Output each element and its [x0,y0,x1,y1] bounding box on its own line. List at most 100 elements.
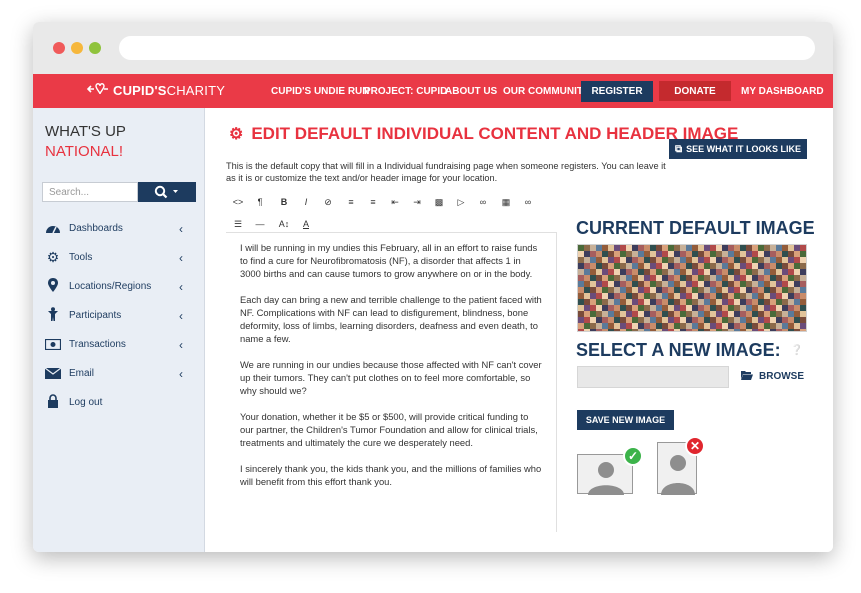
paragraph-icon[interactable]: ¶ [252,196,268,208]
search-button[interactable] [138,182,196,202]
sidebar: WHAT'S UP NATIONAL! Dashboards ‹ ⚙ Tools… [33,108,205,552]
close-icon: ✕ [685,436,705,456]
select-image-title-text: SELECT A NEW IMAGE: [576,340,781,360]
map-pin-icon [43,278,63,295]
browse-label: BROWSE [759,371,804,382]
chevron-left-icon: ‹ [179,250,183,265]
nav-undie-run[interactable]: CUPID'S UNDIE RUN [271,74,370,108]
sidebar-heading-line2: NATIONAL! [45,143,124,160]
search-icon [154,185,178,199]
current-image-title: CURRENT DEFAULT IMAGE [576,218,815,238]
search-input[interactable] [42,182,138,202]
see-preview-button[interactable]: ⧉ SEE WHAT IT LOOKS LIKE [669,139,807,159]
check-icon: ✓ [623,446,643,466]
text-color-icon[interactable]: A [298,218,314,230]
editor-paragraph: Each day can bring a new and terrible ch… [240,294,542,344]
heart-arrow-icon [86,82,109,99]
indent-icon[interactable]: ⇥ [409,196,425,208]
sidebar-item-label: Participants [69,310,122,321]
editor-body[interactable]: I will be running in my undies this Febr… [226,233,556,488]
see-preview-label: SEE WHAT IT LOOKS LIKE [686,144,801,154]
strikethrough-icon[interactable]: ⊘ [320,196,336,208]
sidebar-item-email[interactable]: Email ‹ [33,359,205,388]
donate-button[interactable]: DONATE [659,81,731,101]
folder-open-icon [741,370,753,383]
chevron-left-icon: ‹ [179,308,183,323]
browse-button[interactable]: BROWSE [741,370,804,383]
editor-toolbar: <> ¶ B I ⊘ ≡ ≡ ⇤ ⇥ ▩ ▷ ∞ ▦ ∞ ☰ — A↕ A [226,192,556,234]
nav-my-dashboard[interactable]: MY DASHBOARD [741,74,824,108]
main-content: ⚙ EDIT DEFAULT INDIVIDUAL CONTENT AND HE… [205,108,833,552]
person-icon [43,307,63,324]
sidebar-heading: WHAT'S UP NATIONAL! [45,122,126,162]
video-icon[interactable]: ▷ [453,196,469,208]
sidebar-item-tools[interactable]: ⚙ Tools ‹ [33,243,205,272]
nav-our-community[interactable]: OUR COMMUNITY [503,74,590,108]
chevron-left-icon: ‹ [179,337,183,352]
brand-logo[interactable]: CUPID'S CHARITY [86,82,226,99]
brand-name-bold: CUPID'S [113,83,167,98]
dashboard-icon [43,221,63,237]
editor-paragraph: I will be running in my undies this Febr… [240,242,538,279]
sidebar-item-label: Tools [69,252,93,263]
editor-paragraph: We are running in our undies because tho… [240,359,542,396]
unlink-icon[interactable]: ∞ [520,196,536,208]
select-image-title: SELECT A NEW IMAGE: ❔ [576,340,803,361]
file-path-input[interactable] [577,366,729,388]
browser-window: CUPID'S CHARITY CUPID'S UNDIE RUN PROJEC… [33,22,833,552]
photo-mosaic [578,245,806,335]
chevron-left-icon: ‹ [179,221,183,236]
editor-paragraph: I sincerely thank you, the kids thank yo… [240,463,542,487]
editor-paragraph: Your donation, whether it be $5 or $500,… [240,411,538,448]
page-title: ⚙ EDIT DEFAULT INDIVIDUAL CONTENT AND HE… [229,124,738,144]
gear-icon: ⚙ [46,249,60,265]
sidebar-search [42,182,196,202]
browser-chrome [33,22,833,74]
nav-about-us[interactable]: ABOUT US [445,74,497,108]
sidebar-item-label: Transactions [69,339,126,350]
minimize-window-button[interactable] [71,42,83,54]
horizontal-rule-icon[interactable]: — [252,218,268,230]
chevron-left-icon: ‹ [179,279,183,294]
code-view-icon[interactable]: <> [230,196,246,208]
link-icon[interactable]: ∞ [475,196,491,208]
sidebar-heading-line1: WHAT'S UP [45,123,126,140]
sidebar-item-logout[interactable]: Log out [33,388,205,417]
font-size-icon[interactable]: A↕ [276,218,292,230]
align-icon[interactable]: ☰ [230,218,246,230]
page-title-text: EDIT DEFAULT INDIVIDUAL CONTENT AND HEAD… [251,124,739,143]
intro-text: This is the default copy that will fill … [226,161,666,183]
help-icon[interactable]: ❔ [791,345,803,356]
sidebar-item-label: Locations/Regions [69,281,152,292]
current-default-image [577,244,807,335]
sidebar-item-locations[interactable]: Locations/Regions ‹ [33,272,205,301]
italic-icon[interactable]: I [298,196,314,208]
table-icon[interactable]: ▦ [498,196,514,208]
sidebar-item-dashboards[interactable]: Dashboards ‹ [33,214,205,243]
nav-project-cupid[interactable]: PROJECT: CUPID [364,74,447,108]
close-window-button[interactable] [53,42,65,54]
envelope-icon [43,366,63,382]
maximize-window-button[interactable] [89,42,101,54]
sidebar-item-label: Log out [69,397,103,408]
lock-icon [43,394,63,411]
external-link-icon: ⧉ [675,143,683,155]
gear-icon: ⚙ [229,126,244,143]
sidebar-item-label: Email [69,368,95,379]
sidebar-item-participants[interactable]: Participants ‹ [33,301,205,330]
money-icon [43,337,63,353]
address-bar[interactable] [119,36,815,60]
sidebar-item-transactions[interactable]: Transactions ‹ [33,330,205,359]
sidebar-item-label: Dashboards [69,223,123,234]
outdent-icon[interactable]: ⇤ [387,196,403,208]
save-new-image-button[interactable]: SAVE NEW IMAGE [577,410,674,430]
ordered-list-icon[interactable]: ≡ [365,196,381,208]
brand-name-light: CHARITY [166,83,226,98]
register-button[interactable]: REGISTER [581,81,653,102]
content-editor[interactable]: I will be running in my undies this Febr… [226,232,557,532]
top-navigation: CUPID'S CHARITY CUPID'S UNDIE RUN PROJEC… [33,74,833,108]
bold-icon[interactable]: B [276,196,292,208]
chevron-left-icon: ‹ [179,366,183,381]
image-icon[interactable]: ▩ [431,196,447,208]
unordered-list-icon[interactable]: ≡ [343,196,359,208]
